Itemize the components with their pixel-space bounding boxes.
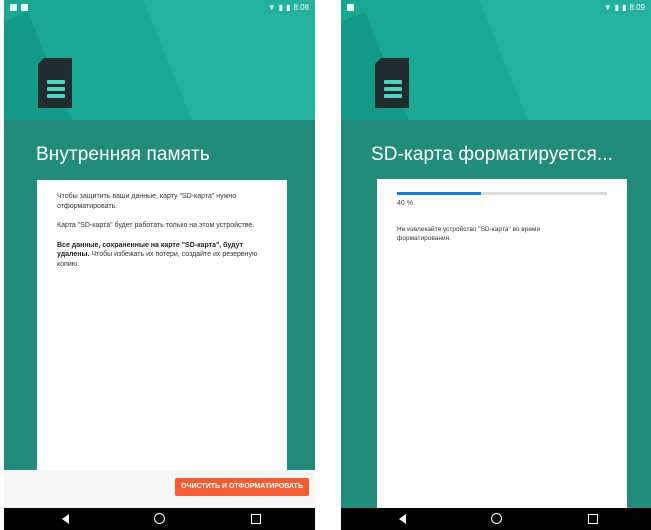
wifi-icon: ▼ bbox=[603, 3, 612, 12]
paragraph-format-needed: Чтобы защитить ваши данные, карту "SD-ка… bbox=[57, 193, 237, 210]
signal-icon: ▮ bbox=[614, 3, 620, 12]
page-title: Внутренняя память bbox=[36, 144, 210, 165]
status-time: 8:09 bbox=[629, 3, 645, 12]
home-icon[interactable] bbox=[491, 513, 502, 524]
back-icon[interactable] bbox=[62, 514, 69, 524]
navigation-bar bbox=[341, 508, 651, 530]
screen-formatting: ▼ ▮ ▮ 8:09 SD-карта форматируется... 40 … bbox=[341, 0, 651, 530]
format-progress-bar bbox=[397, 192, 607, 195]
navigation-bar bbox=[4, 508, 315, 530]
recent-apps-icon[interactable] bbox=[588, 514, 598, 524]
paragraph-warning: Все данные, сохраненные на карте "SD-кар… bbox=[57, 241, 267, 270]
erase-and-format-button[interactable]: ОЧИСТИТЬ И ОТФОРМАТИРОВАТЬ bbox=[175, 478, 309, 496]
page-title: SD-карта форматируется... bbox=[371, 144, 613, 165]
signal-icon: ▮ bbox=[278, 3, 284, 12]
content-card: Чтобы защитить ваши данные, карту "SD-ка… bbox=[37, 180, 287, 508]
progress-fill bbox=[397, 192, 481, 195]
paragraph-device-only: Карта "SD-карта" будет работать только н… bbox=[57, 222, 255, 229]
battery-icon: ▮ bbox=[622, 3, 627, 12]
status-time: 8:08 bbox=[293, 3, 309, 12]
sd-card-icon bbox=[38, 58, 72, 108]
progress-percent: 40 % bbox=[397, 200, 413, 207]
recent-apps-icon[interactable] bbox=[251, 514, 261, 524]
battery-icon: ▮ bbox=[286, 3, 291, 12]
status-bar: ▼ ▮ ▮ 8:09 bbox=[341, 0, 651, 18]
status-right: ▼ ▮ ▮ 8:08 bbox=[268, 3, 309, 12]
sd-card-icon bbox=[375, 58, 409, 108]
back-icon[interactable] bbox=[399, 514, 406, 524]
status-right: ▼ ▮ ▮ 8:09 bbox=[604, 3, 645, 12]
wifi-icon: ▼ bbox=[267, 3, 276, 12]
status-bar: ▼ ▮ ▮ 8:08 bbox=[4, 0, 315, 18]
notification-icons bbox=[347, 4, 354, 11]
content-card: 40 % Не извлекайте устройство "SD-карта"… bbox=[377, 179, 627, 509]
home-icon[interactable] bbox=[154, 513, 165, 524]
screen-internal-storage: ▼ ▮ ▮ 8:08 Внутренняя память Чтобы защит… bbox=[4, 0, 315, 530]
do-not-remove-note: Не извлекайте устройство "SD-карта" во в… bbox=[397, 226, 540, 242]
notification-icons bbox=[10, 4, 28, 11]
